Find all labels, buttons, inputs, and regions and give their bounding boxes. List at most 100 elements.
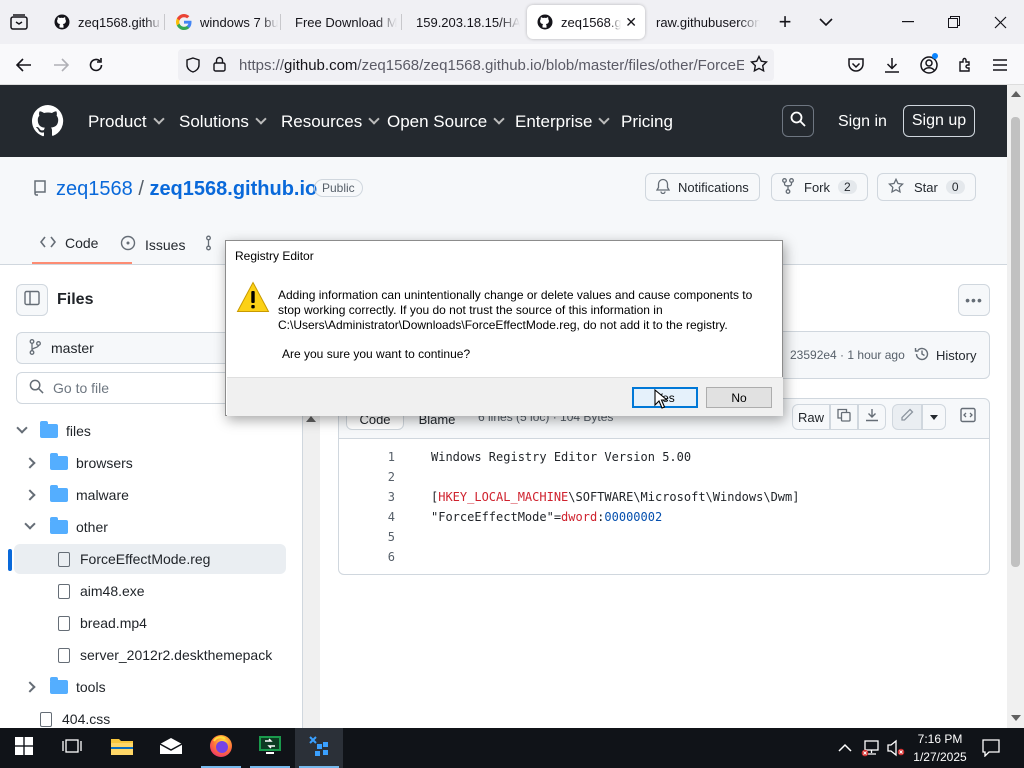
no-button[interactable]: No xyxy=(706,387,772,408)
tree-folder-malware[interactable]: malware xyxy=(24,480,129,510)
network-icon[interactable] xyxy=(861,739,881,762)
show-hidden-icons-icon[interactable] xyxy=(838,740,852,758)
code-square-icon xyxy=(960,407,976,428)
browser-tab-strip: zeq1568.githu windows 7 bu Free Download… xyxy=(0,0,1024,44)
close-tab-icon[interactable]: ✕ xyxy=(625,14,637,31)
restore-icon[interactable] xyxy=(942,12,966,32)
browser-tab-6[interactable]: raw.githubusercon xyxy=(646,5,760,39)
new-tab-icon[interactable]: + xyxy=(774,9,796,34)
registry-editor-button[interactable] xyxy=(295,728,343,768)
remote-app-button[interactable] xyxy=(246,728,294,768)
menu-icon[interactable] xyxy=(988,54,1012,76)
tree-file-forceeffectmode[interactable]: ForceEffectMode.reg xyxy=(58,544,210,574)
tree-folder-files[interactable]: files xyxy=(16,416,91,446)
mail-button[interactable] xyxy=(147,728,195,768)
sign-in-link[interactable]: Sign in xyxy=(838,113,887,131)
mouse-cursor-icon xyxy=(654,388,669,414)
collapse-sidebar-button[interactable] xyxy=(16,284,48,316)
fork-button[interactable]: Fork 2 xyxy=(771,173,868,201)
tree-folder-other[interactable]: other xyxy=(24,512,108,542)
go-to-file-placeholder: Go to file xyxy=(53,380,110,396)
search-icon xyxy=(790,111,806,132)
downloads-icon[interactable] xyxy=(880,54,904,76)
tree-folder-browsers[interactable]: browsers xyxy=(24,448,133,478)
dialog-button-area: Yes No xyxy=(227,377,783,416)
action-center-icon[interactable] xyxy=(982,739,1000,762)
copy-raw-button[interactable] xyxy=(830,404,858,430)
browser-nav-bar: https://github.com/zeq1568/zeq1568.githu… xyxy=(0,44,1024,85)
scroll-up-arrow-icon[interactable] xyxy=(306,416,316,422)
file-icon xyxy=(58,551,70,567)
symbols-panel-button[interactable] xyxy=(954,404,982,430)
star-icon xyxy=(887,177,905,197)
pencil-icon xyxy=(900,408,914,427)
notifications-label: Notifications xyxy=(678,179,749,195)
page-scrollbar[interactable] xyxy=(1007,85,1024,728)
edit-dropdown-button[interactable] xyxy=(922,404,946,430)
lock-icon[interactable] xyxy=(213,56,226,77)
scroll-thumb[interactable] xyxy=(1011,117,1020,567)
sidebar-scrollbar[interactable] xyxy=(303,410,320,728)
tab-pull-requests[interactable] xyxy=(205,235,221,254)
edit-file-button[interactable] xyxy=(892,404,922,430)
nav-resources[interactable]: Resources xyxy=(281,112,380,132)
nav-pricing[interactable]: Pricing xyxy=(621,112,673,132)
start-button[interactable] xyxy=(0,728,48,768)
github-icon xyxy=(54,14,70,30)
tree-file-aim48[interactable]: aim48.exe xyxy=(58,576,145,606)
more-options-button[interactable]: ••• xyxy=(958,284,990,316)
tree-file-deskthemepack[interactable]: server_2012r2.deskthemepack xyxy=(58,640,272,670)
nav-product[interactable]: Product xyxy=(88,112,165,132)
folder-icon xyxy=(40,421,58,438)
url-text[interactable]: https://github.com/zeq1568/zeq1568.githu… xyxy=(239,57,744,74)
account-icon[interactable] xyxy=(917,53,941,77)
repo-name-link[interactable]: zeq1568.github.io xyxy=(149,178,317,200)
tracking-shield-icon[interactable] xyxy=(186,57,200,78)
browser-tab-2[interactable]: windows 7 bu xyxy=(166,5,278,39)
browser-tab-4[interactable]: 159.203.18.15/HAT xyxy=(406,5,520,39)
forward-icon[interactable] xyxy=(49,54,73,76)
clock[interactable]: 7:16 PM 1/27/2025 xyxy=(904,730,976,766)
star-button[interactable]: Star 0 xyxy=(877,173,976,201)
notifications-button[interactable]: Notifications xyxy=(645,173,760,201)
browser-tab-3[interactable]: Free Download Ma xyxy=(285,5,397,39)
line-number: 6 xyxy=(387,550,395,564)
nav-enterprise[interactable]: Enterprise xyxy=(515,112,611,132)
scroll-up-arrow-icon[interactable] xyxy=(1011,91,1021,97)
pocket-icon[interactable] xyxy=(844,54,868,76)
search-button[interactable] xyxy=(782,105,814,137)
nav-solutions[interactable]: Solutions xyxy=(179,112,267,132)
tree-file-bread[interactable]: bread.mp4 xyxy=(58,608,147,638)
browser-tab-5-active[interactable]: zeq1568.gith ✕ xyxy=(527,5,645,39)
download-raw-button[interactable] xyxy=(858,404,886,430)
tab-issues[interactable]: Issues xyxy=(120,235,185,254)
nav-open-source[interactable]: Open Source xyxy=(387,112,505,132)
close-window-icon[interactable] xyxy=(988,12,1012,32)
sign-up-button[interactable]: Sign up xyxy=(903,105,975,137)
volume-muted-icon[interactable] xyxy=(886,739,906,762)
raw-button[interactable]: Raw xyxy=(792,404,830,430)
browser-tab-1[interactable]: zeq1568.githu xyxy=(44,5,162,39)
tab-code[interactable]: Code xyxy=(39,235,98,251)
commit-info[interactable]: 23592e4 · 1 hour ago xyxy=(790,348,905,362)
tree-folder-tools[interactable]: tools xyxy=(24,672,106,702)
registry-editor-dialog: Registry Editor Adding information can u… xyxy=(225,240,783,416)
minimize-icon[interactable] xyxy=(896,12,920,32)
list-tabs-icon[interactable] xyxy=(816,12,836,32)
back-icon[interactable] xyxy=(12,54,36,76)
github-logo-icon[interactable] xyxy=(31,105,64,142)
bookmark-star-icon[interactable] xyxy=(749,54,769,78)
line-number: 3 xyxy=(387,490,395,504)
file-explorer-button[interactable] xyxy=(98,728,146,768)
repo-owner-link[interactable]: zeq1568 xyxy=(56,178,133,200)
extensions-icon[interactable] xyxy=(953,54,977,76)
chevron-down-icon xyxy=(493,113,505,125)
tree-file-404css[interactable]: 404.css xyxy=(40,704,110,728)
scroll-down-arrow-icon[interactable] xyxy=(1011,715,1021,721)
tab-overview-icon[interactable] xyxy=(8,12,30,32)
history-button[interactable]: History xyxy=(914,346,976,365)
task-view-button[interactable] xyxy=(48,728,96,768)
firefox-button[interactable] xyxy=(197,728,245,768)
reload-icon[interactable] xyxy=(84,54,108,76)
address-bar[interactable]: https://github.com/zeq1568/zeq1568.githu… xyxy=(178,49,774,81)
